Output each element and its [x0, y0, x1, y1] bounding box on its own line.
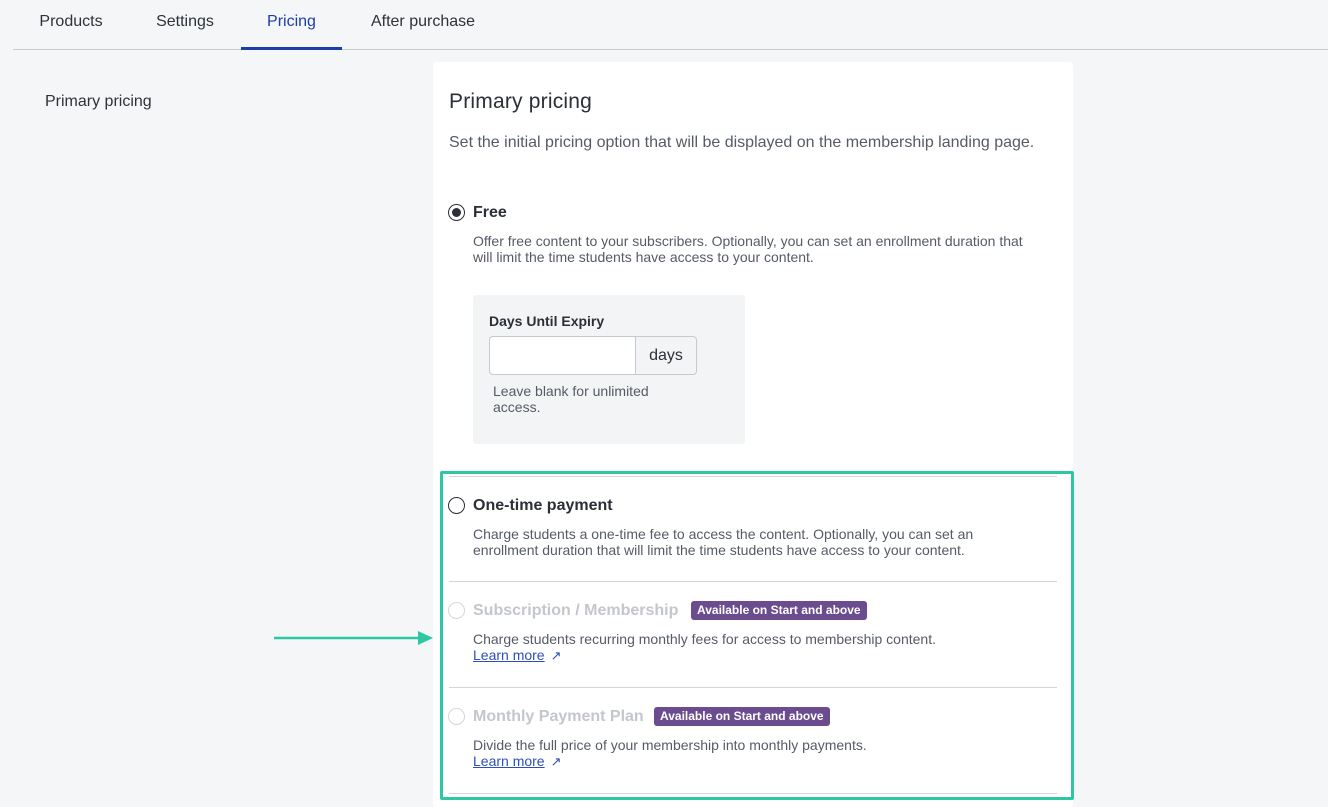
plan-availability-badge: Available on Start and above: [691, 601, 867, 620]
one-time-payment-radio[interactable]: [448, 497, 465, 514]
one-time-payment-title[interactable]: One-time payment: [473, 497, 613, 515]
days-until-expiry-input[interactable]: [489, 336, 636, 375]
tab-products[interactable]: Products: [13, 0, 129, 50]
one-time-payment-description: Charge students a one-time fee to access…: [473, 526, 974, 558]
free-description: Offer free content to your subscribers. …: [473, 233, 1023, 265]
pricing-card: Primary pricing Set the initial pricing …: [433, 62, 1073, 807]
card-description: Set the initial pricing option that will…: [449, 134, 1035, 151]
annotation-arrow-icon: [274, 631, 433, 645]
payment-plan-radio[interactable]: [448, 708, 465, 725]
payment-plan-title: Monthly Payment Plan: [473, 708, 644, 725]
section-label: Primary pricing: [45, 93, 152, 110]
subscription-radio[interactable]: [448, 602, 465, 619]
free-title[interactable]: Free: [473, 204, 507, 222]
subscription-description: Charge students recurring monthly fees f…: [473, 631, 936, 647]
learn-more-label: Learn more: [473, 647, 545, 663]
divider: [449, 793, 1057, 794]
tab-after-purchase[interactable]: After purchase: [353, 0, 493, 50]
payment-plan-description: Divide the full price of your membership…: [473, 737, 867, 753]
external-link-icon: ↗: [550, 648, 562, 663]
external-link-icon: ↗: [550, 754, 562, 769]
plan-availability-badge: Available on Start and above: [654, 707, 830, 726]
tab-bar: Products Settings Pricing After purchase: [13, 0, 1328, 50]
days-until-expiry-panel: Days Until Expiry days Leave blank for u…: [473, 295, 745, 444]
divider: [449, 476, 1057, 477]
free-radio[interactable]: [448, 204, 465, 221]
days-until-expiry-label: Days Until Expiry: [489, 313, 605, 329]
days-until-expiry-help: Leave blank for unlimited access.: [493, 383, 649, 415]
payment-plan-learn-more-link[interactable]: Learn more ↗: [473, 753, 562, 770]
tab-pricing[interactable]: Pricing: [241, 0, 342, 50]
days-unit-addon: days: [635, 336, 697, 375]
subscription-learn-more-link[interactable]: Learn more ↗: [473, 647, 562, 664]
tab-settings[interactable]: Settings: [135, 0, 235, 50]
card-title: Primary pricing: [449, 90, 593, 113]
learn-more-label: Learn more: [473, 753, 545, 769]
subscription-title: Subscription / Membership: [473, 602, 679, 619]
divider: [449, 581, 1057, 582]
divider: [449, 687, 1057, 688]
